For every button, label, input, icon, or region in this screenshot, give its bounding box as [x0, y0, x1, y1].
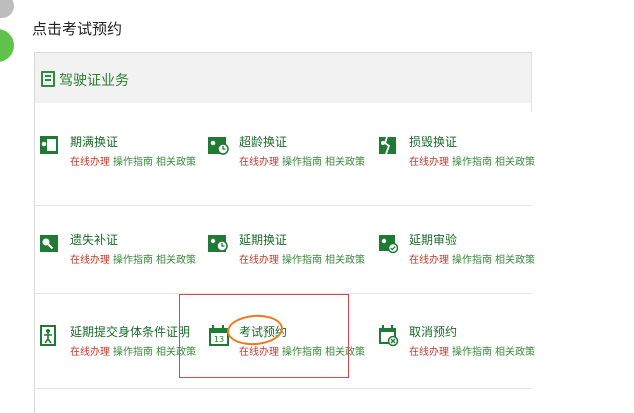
online-link[interactable]: 在线办理: [70, 255, 110, 266]
service-item-extension-renewal[interactable]: 延期换证 在线办理 操作指南 相关政策: [207, 231, 367, 301]
service-item-extension-review[interactable]: 延期审验 在线办理 操作指南 相关政策: [377, 231, 537, 301]
extension-review-icon: [379, 235, 399, 254]
list-icon: [41, 71, 55, 87]
online-link[interactable]: 在线办理: [70, 157, 110, 168]
service-links: 在线办理 操作指南 相关政策: [409, 153, 535, 168]
service-title[interactable]: 延期审验: [409, 231, 457, 248]
policy-link[interactable]: 相关政策: [495, 347, 535, 358]
service-title[interactable]: 超龄换证: [239, 133, 287, 150]
policy-link[interactable]: 相关政策: [325, 255, 365, 266]
panel-title: 驾驶证业务: [59, 73, 129, 89]
service-title[interactable]: 遗失补证: [70, 231, 118, 248]
online-link[interactable]: 在线办理: [70, 347, 110, 358]
guide-link[interactable]: 操作指南: [452, 157, 492, 168]
panel-edge: [531, 52, 532, 112]
policy-link[interactable]: 相关政策: [325, 157, 365, 168]
service-title[interactable]: 期满换证: [70, 133, 118, 150]
service-title[interactable]: 取消预约: [409, 323, 457, 340]
policy-link[interactable]: 相关政策: [156, 255, 196, 266]
service-links: 在线办理 操作指南 相关政策: [239, 153, 365, 168]
service-item-overage-renewal[interactable]: 超龄换证 在线办理 操作指南 相关政策: [207, 133, 367, 203]
service-title[interactable]: 损毁换证: [409, 133, 457, 150]
service-item-lost-reissue[interactable]: 遗失补证 在线办理 操作指南 相关政策: [38, 231, 198, 301]
service-links: 在线办理 操作指南 相关政策: [409, 251, 535, 266]
service-links: 在线办理 操作指南 相关政策: [70, 251, 196, 266]
guide-link[interactable]: 操作指南: [113, 347, 153, 358]
step-indicator-current: [0, 29, 14, 62]
service-links: 在线办理 操作指南 相关政策: [239, 251, 365, 266]
row-divider: [35, 205, 532, 206]
service-item-damaged-replacement[interactable]: 损毁换证 在线办理 操作指南 相关政策: [377, 133, 537, 203]
license-renew-icon: [40, 136, 58, 154]
service-title[interactable]: 延期换证: [239, 231, 287, 248]
guide-link[interactable]: 操作指南: [452, 347, 492, 358]
online-link[interactable]: 在线办理: [409, 255, 449, 266]
lost-reissue-icon: [40, 235, 58, 252]
policy-link[interactable]: 相关政策: [495, 157, 535, 168]
online-link[interactable]: 在线办理: [239, 255, 279, 266]
overage-renew-icon: [208, 137, 229, 155]
guide-link[interactable]: 操作指南: [282, 255, 322, 266]
policy-link[interactable]: 相关政策: [156, 157, 196, 168]
service-item-expiry-renewal[interactable]: 期满换证 在线办理 操作指南 相关政策: [38, 133, 198, 203]
service-title[interactable]: 延期提交身体条件证明: [70, 323, 190, 340]
service-item-health-certificate[interactable]: 延期提交身体条件证明 在线办理 操作指南 相关政策: [38, 323, 198, 393]
policy-link[interactable]: 相关政策: [495, 255, 535, 266]
guide-link[interactable]: 操作指南: [452, 255, 492, 266]
online-link[interactable]: 在线办理: [409, 347, 449, 358]
service-links: 在线办理 操作指南 相关政策: [70, 343, 196, 358]
guide-link[interactable]: 操作指南: [113, 255, 153, 266]
damaged-replace-icon: [379, 136, 396, 155]
online-link[interactable]: 在线办理: [239, 157, 279, 168]
online-link[interactable]: 在线办理: [409, 157, 449, 168]
guide-link[interactable]: 操作指南: [113, 157, 153, 168]
service-item-cancel-booking[interactable]: 取消预约 在线办理 操作指南 相关政策: [377, 323, 537, 393]
panel-header: 驾驶证业务: [35, 53, 532, 103]
step-indicator-previous: [0, 0, 14, 18]
cancel-booking-icon: [379, 325, 399, 347]
health-certificate-icon: [40, 325, 56, 346]
extension-renew-icon: [208, 235, 228, 252]
service-links: 在线办理 操作指南 相关政策: [409, 343, 535, 358]
instruction-text: 点击考试预约: [32, 20, 123, 38]
guide-link[interactable]: 操作指南: [282, 157, 322, 168]
service-links: 在线办理 操作指南 相关政策: [70, 153, 196, 168]
